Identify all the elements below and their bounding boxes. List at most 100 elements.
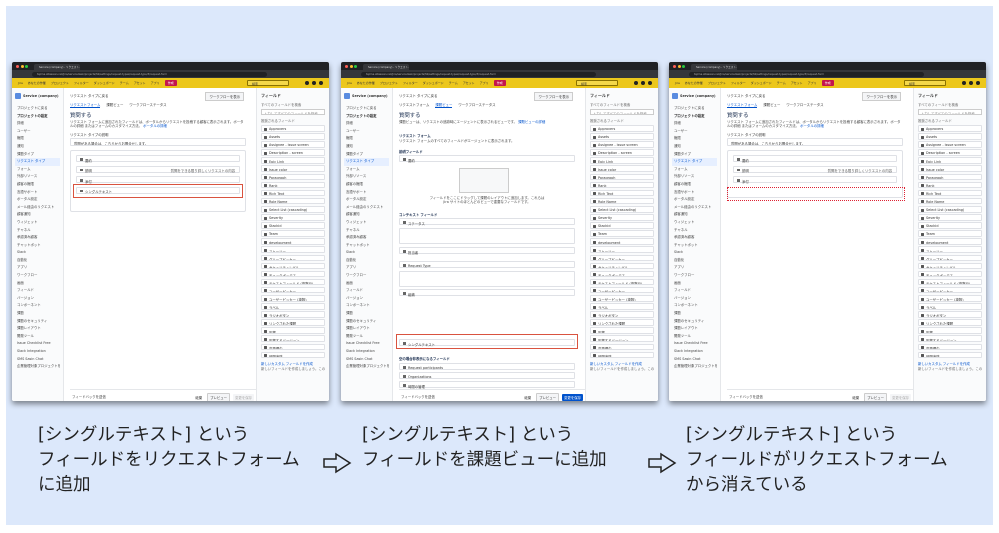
sidebar-item[interactable]: 課題	[15, 310, 60, 318]
draggable-field[interactable]: 変更理由	[918, 343, 982, 351]
context-field-row[interactable]: 組織	[399, 289, 575, 297]
back-to-project-link[interactable]: プロジェクトに戻る	[672, 105, 717, 113]
sidebar-item[interactable]: ワークフロー	[672, 272, 717, 280]
draggable-field[interactable]: ストーリー	[918, 246, 982, 253]
sidebar-item[interactable]: ウィジェット	[672, 219, 717, 227]
sidebar-item[interactable]: Slack	[344, 249, 389, 257]
sidebar-item[interactable]: 通知	[344, 143, 389, 151]
sidebar-item[interactable]: 外部リソース	[15, 173, 60, 181]
nav-item[interactable]: チーム	[449, 81, 458, 85]
draggable-field[interactable]: Rich Text	[918, 189, 982, 197]
context-field-card[interactable]	[399, 271, 575, 287]
draggable-field[interactable]: グループピッカー	[918, 254, 982, 262]
draggable-field[interactable]: development	[590, 238, 654, 245]
draggable-field[interactable]: Assignee - issue screen	[918, 141, 982, 148]
feedback-button[interactable]: フィードバックを送信	[72, 394, 106, 399]
create-button[interactable]: 作成	[493, 80, 506, 86]
draggable-field[interactable]: テキストフィールド (複数行)	[918, 278, 982, 286]
sidebar-item[interactable]: フィールド	[344, 287, 389, 295]
search-input[interactable]: 検索	[247, 80, 289, 86]
sidebar-item[interactable]: ポータル設定	[344, 196, 389, 204]
sidebar-item[interactable]: チャットボット	[15, 242, 60, 250]
form-field-row[interactable]: 説明 質問をできる限り詳しくリクエストの内容	[733, 165, 897, 173]
context-field-row[interactable]: Request Type	[399, 261, 575, 268]
sidebar-item[interactable]: SMS Sasin Chat	[15, 356, 60, 364]
sidebar-item[interactable]: チャットボット	[344, 242, 389, 250]
nav-item[interactable]: プロジェクト	[708, 81, 726, 85]
sidebar-item[interactable]: 承認済み顧客	[672, 234, 717, 242]
sidebar-item[interactable]: 課題タイプ	[672, 151, 717, 159]
project-header[interactable]: Service (company)	[344, 93, 389, 99]
draggable-field[interactable]: ラジオボタン	[590, 311, 654, 318]
draggable-field[interactable]: 影響するバージョン	[261, 335, 325, 343]
nav-item[interactable]: アプリ	[151, 81, 160, 85]
draggable-field[interactable]: Assets	[261, 133, 325, 140]
sidebar-item[interactable]: 課題のセキュリティ	[344, 318, 389, 326]
portal-details-link[interactable]: ポータルの詳細	[143, 124, 167, 128]
draggable-field[interactable]: Rank	[918, 181, 982, 189]
sidebar-item[interactable]: Issue Checklist Free	[672, 340, 717, 348]
back-to-request-types[interactable]: リクエスト タイプに戻る	[727, 93, 765, 98]
sidebar-item[interactable]: 自動化	[344, 257, 389, 265]
draggable-field[interactable]: development	[261, 238, 325, 245]
nav-item[interactable]: アプリ	[480, 81, 489, 85]
draggable-field[interactable]: Assignee - issue screen	[590, 141, 654, 148]
sidebar-item[interactable]: 画面	[672, 280, 717, 288]
draggable-field[interactable]: Approvers	[261, 125, 325, 132]
sidebar-item[interactable]: フォーム	[15, 166, 60, 174]
sidebar-item[interactable]: ポータル設定	[672, 196, 717, 204]
draggable-field[interactable]: ユーザーピッカー (複数)	[590, 294, 654, 302]
draggable-field[interactable]: グループピッカー	[590, 254, 654, 262]
feedback-button[interactable]: フィードバックを送信	[401, 394, 435, 399]
sidebar-item[interactable]: 詳細	[672, 120, 717, 128]
sidebar-item[interactable]: ウィジェット	[344, 219, 389, 227]
sidebar-item[interactable]: ユーザー	[672, 128, 717, 136]
draggable-field[interactable]: Rank	[590, 181, 654, 189]
sidebar-item[interactable]: チャネル	[672, 227, 717, 235]
url-field[interactable]: tajima.atlassian.net/jira/servicedesk/pr…	[32, 71, 267, 77]
view-workflow-button[interactable]: ワークフローを表示	[205, 92, 244, 101]
sidebar-item[interactable]: 課題のセキュリティ	[672, 318, 717, 326]
context-field-row[interactable]: 担当者	[399, 247, 575, 255]
issue-view-link[interactable]: 課題ビューの詳細	[518, 120, 545, 124]
sidebar-item[interactable]: フォーム	[672, 166, 717, 174]
draggable-field[interactable]: ラベル	[590, 303, 654, 310]
draggable-field[interactable]: 影響	[261, 327, 325, 334]
draggable-field[interactable]: Paragraph	[261, 173, 325, 181]
draggable-field[interactable]: Severity	[590, 214, 654, 221]
fields-search-input[interactable]: 入力してすべてのフィールドを検索	[261, 109, 325, 115]
sidebar-item[interactable]: 課題レイアウト	[344, 325, 389, 333]
sidebar-item[interactable]: 画面	[344, 280, 389, 288]
back-to-project-link[interactable]: プロジェクトに戻る	[344, 105, 389, 113]
jira-logo[interactable]: Jira	[347, 81, 352, 85]
draggable-field[interactable]: 時間追跡	[261, 351, 325, 359]
sidebar-item[interactable]: アプリ	[344, 264, 389, 272]
portal-details-link[interactable]: ポータルの詳細	[800, 124, 824, 128]
sidebar-item[interactable]: チャネル	[15, 227, 60, 235]
sidebar-item[interactable]: Slack	[672, 249, 717, 257]
sidebar-item[interactable]: メール経由のリクエスト	[344, 204, 389, 212]
sidebar-item[interactable]: 自動化	[15, 257, 60, 265]
type-desc-input[interactable]: 質問がある場合は、こちらからお問合せします。	[70, 138, 246, 146]
nav-item[interactable]: プロジェクト	[51, 81, 69, 85]
sidebar-item[interactable]: コンポーネント	[15, 302, 60, 310]
nav-item[interactable]: アプリ	[808, 81, 817, 85]
draggable-field[interactable]: Severity	[918, 214, 982, 221]
nav-item[interactable]: チーム	[777, 81, 786, 85]
search-input[interactable]: 検索	[576, 80, 618, 86]
sidebar-item[interactable]: メール経由のリクエスト	[672, 204, 717, 212]
hidden-field-row[interactable]: 時間の管理	[399, 381, 575, 389]
sidebar-item[interactable]: 課題のセキュリティ	[15, 318, 60, 326]
help-icon[interactable]	[312, 81, 316, 85]
draggable-field[interactable]: 影響	[590, 327, 654, 334]
form-field-row[interactable]: 添付	[76, 176, 240, 184]
draggable-field[interactable]: テキストフィールド (複数行)	[590, 278, 654, 286]
context-field-row[interactable]: ステータス	[399, 218, 575, 226]
draggable-field[interactable]: Stackid	[261, 222, 325, 229]
sidebar-item[interactable]: 言語サポート	[15, 189, 60, 197]
tab[interactable]: ワークフローステータス	[458, 102, 495, 108]
sidebar-item[interactable]: 権限	[15, 135, 60, 143]
sidebar-item[interactable]: SMS Sasin Chat	[672, 356, 717, 364]
url-field[interactable]: tajima.atlassian.net/jira/servicedesk/pr…	[689, 71, 924, 77]
draggable-field[interactable]: 変更理由	[261, 343, 325, 351]
